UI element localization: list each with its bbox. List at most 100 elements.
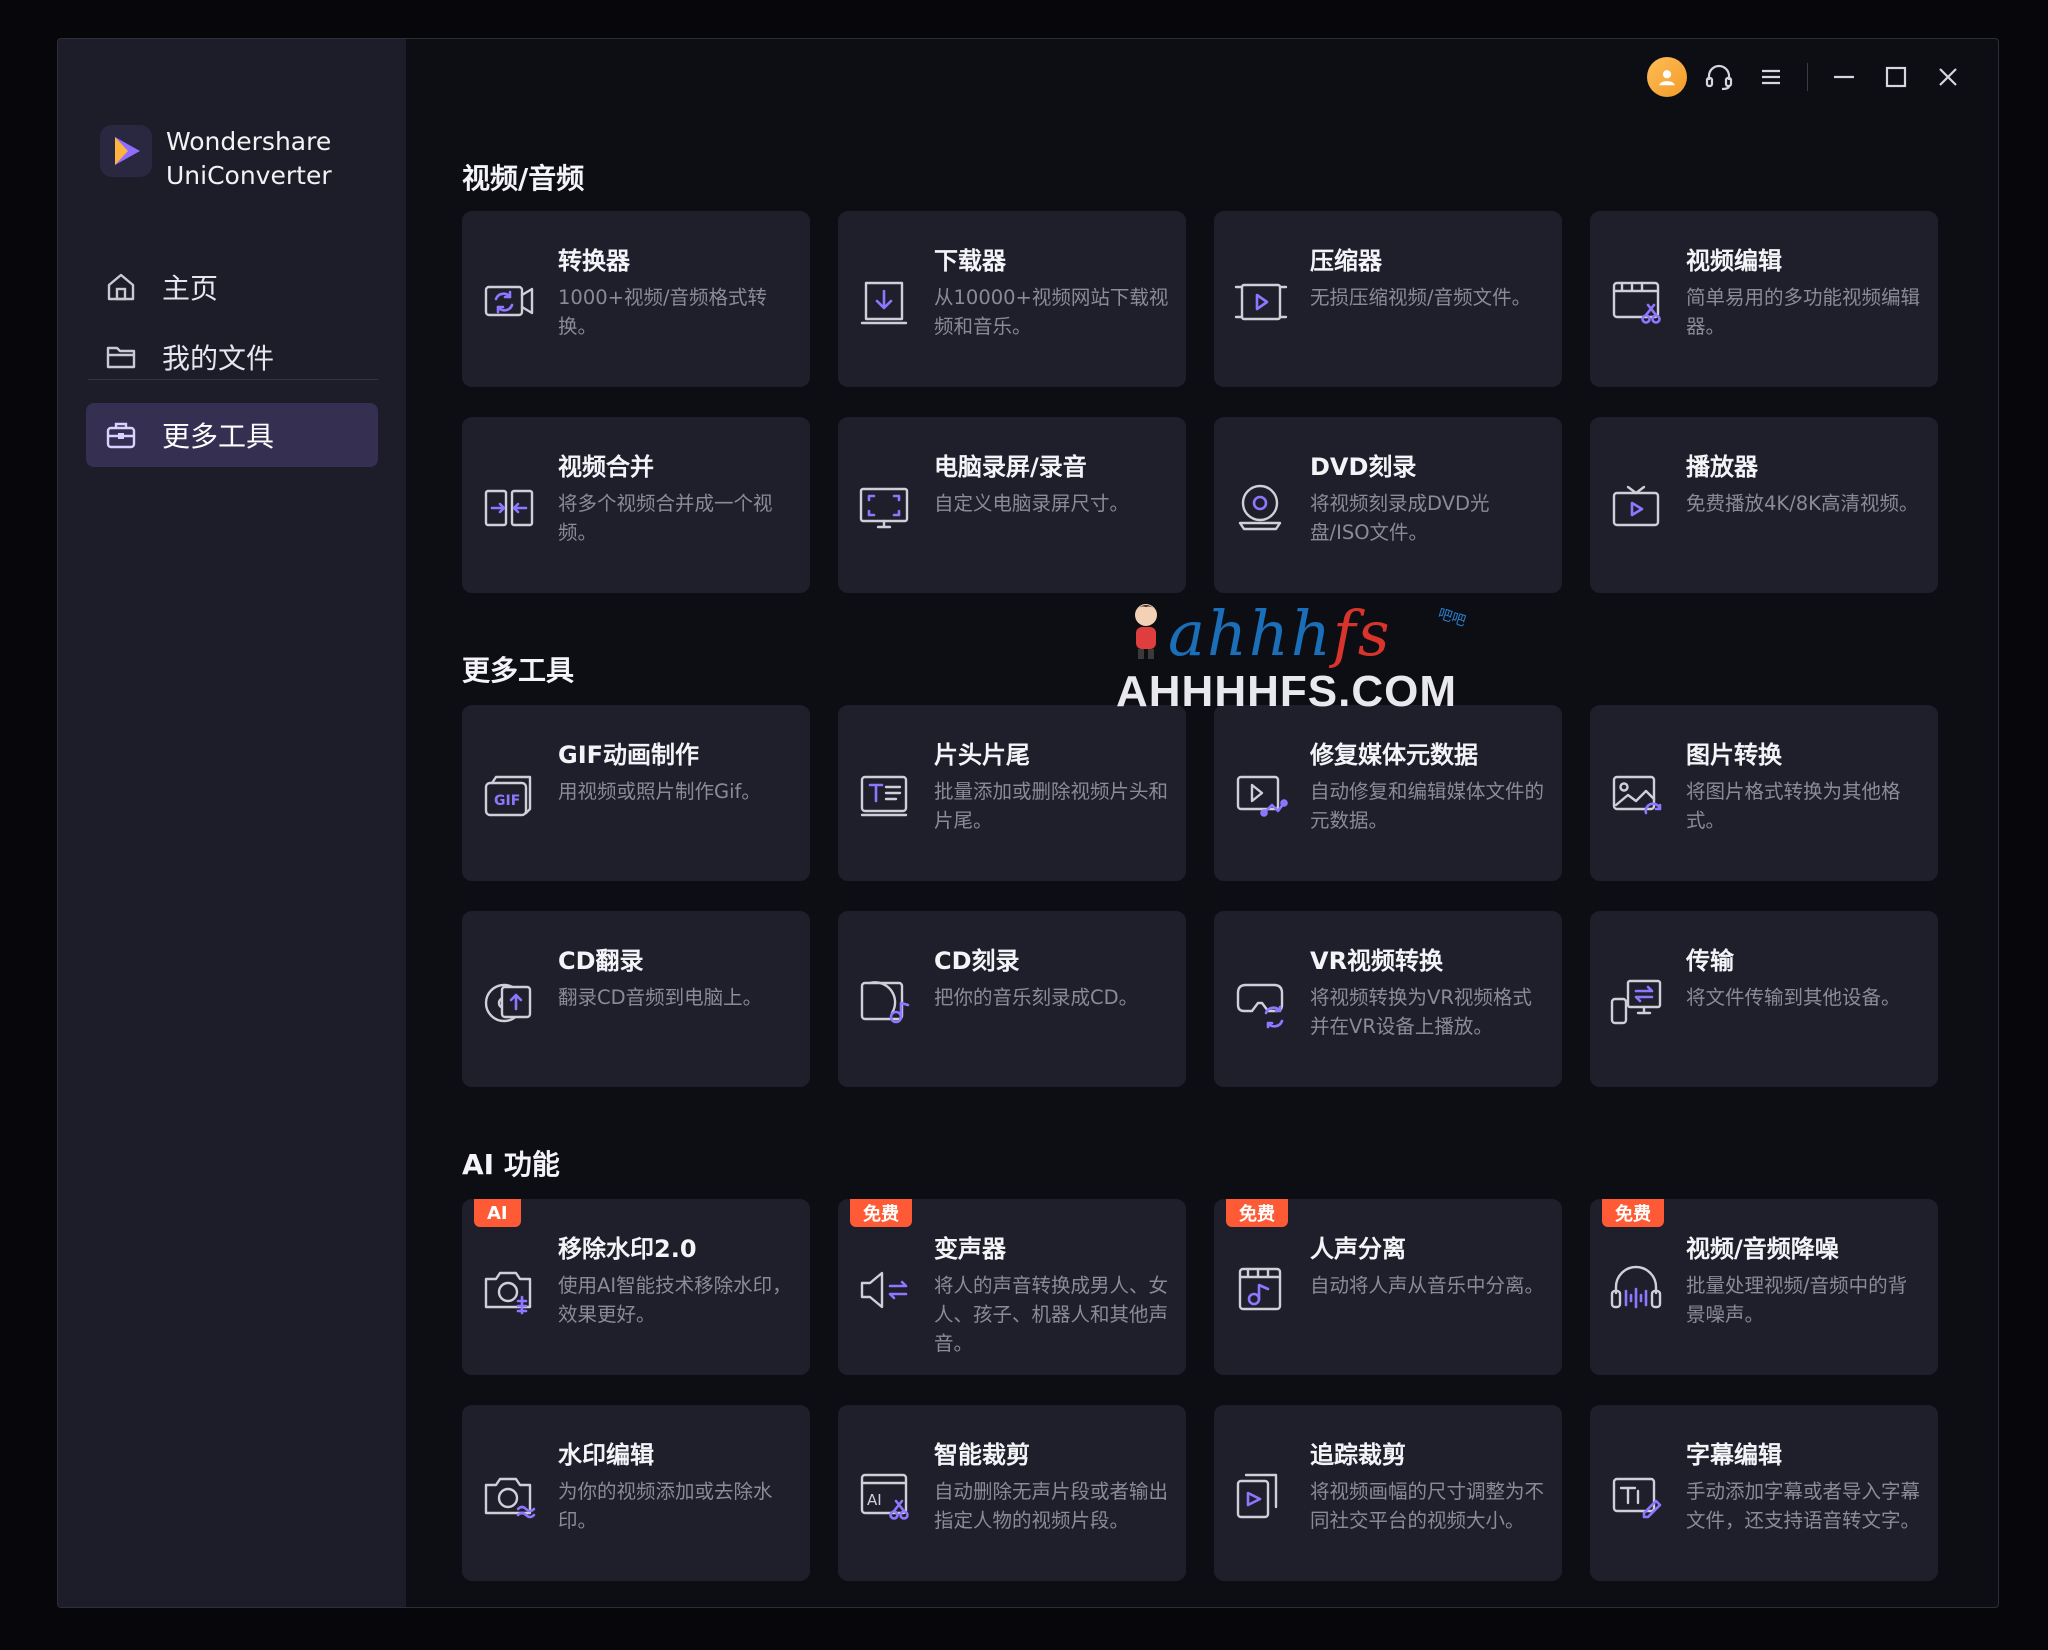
tool-card-screen-recorder[interactable]: 电脑录屏/录音 自定义电脑录屏尺寸。 [838, 417, 1186, 593]
feature-badge: AI [474, 1199, 521, 1227]
tools-main: 视频/音频转换器 1000+视频/音频格式转换。 下载器 从10000+视频网站下载视… [406, 39, 1998, 1607]
sidebar-item-label: 主页 [162, 272, 219, 305]
tool-card-dvd-burner[interactable]: DVD刻录将视频刻录成DVD光盘/ISO文件。 [1214, 417, 1562, 593]
tool-card-video-editor[interactable]: 视频编辑简单易用的多功能视频编辑器。 [1590, 211, 1938, 387]
tool-card-image-converter[interactable]: 图片转换 将图片格式转换为其他格式。 [1590, 705, 1938, 881]
vocal-remover-icon [1238, 1267, 1282, 1311]
tool-card-smart-trimmer[interactable]: AI 智能裁剪自动删除无声片段或者输出指定人物的视频片段。 [838, 1405, 1186, 1581]
section-title: 视频/音频 [462, 162, 585, 195]
tool-card-title: DVD刻录 [1310, 453, 1417, 481]
tool-card-title: 追踪裁剪 [1310, 1441, 1406, 1469]
tool-card-watermark-editor[interactable]: 水印编辑 为你的视频添加或去除水印。 [462, 1405, 810, 1581]
tool-card-description: 翻录CD音频到电脑上。 [558, 986, 763, 1009]
auto-reframe-icon [1236, 1473, 1278, 1519]
tool-card-description: 1000+视频/音频格式转换。 [558, 286, 768, 338]
tool-card-description: 自动将人声从音乐中分离。 [1310, 1274, 1545, 1297]
intro-outro-icon [860, 775, 908, 817]
tool-card-title: 修复媒体元数据 [1310, 741, 1478, 769]
tool-card-description: 自动修复和编辑媒体文件的元数据。 [1310, 780, 1545, 832]
tool-card-vr-converter[interactable]: VR视频转换 将视频转换为VR视频格式并在VR设备上播放。 [1214, 911, 1562, 1087]
tool-card-description: 将文件传输到其他设备。 [1686, 986, 1901, 1009]
tool-card-title: 视频合并 [558, 453, 654, 481]
tool-card-player[interactable]: 播放器免费播放4K/8K高清视频。 [1590, 417, 1938, 593]
feature-badge: 免费 [1602, 1199, 1664, 1227]
tool-card-description: 批量添加或删除视频片头和片尾。 [934, 780, 1169, 832]
tool-card-description: 批量处理视频/音频中的背景噪声。 [1686, 1274, 1908, 1326]
tool-card-title: 人声分离 [1310, 1235, 1406, 1263]
image-converter-icon [1612, 775, 1662, 815]
player-icon [1612, 485, 1660, 527]
tool-card-description: 把你的音乐刻录成CD。 [934, 986, 1139, 1009]
app-window: Wondershare UniConverter 主页 我的文件 更多工具 视频… [57, 38, 1999, 1608]
tool-card-watermark-remover[interactable]: AI 移除水印2.0 使用AI智能技术移除水印，效果更好。 [462, 1199, 810, 1375]
tool-card-title: 播放器 [1686, 453, 1758, 481]
tool-card-vocal-remover[interactable]: 免费 人声分离自动将人声从音乐中分离。 [1214, 1199, 1562, 1375]
tool-card-title: CD翻录 [558, 947, 644, 975]
sidebar-item-label: 我的文件 [162, 342, 275, 375]
folder-icon [104, 340, 138, 374]
video-editor-icon [1612, 281, 1661, 324]
tool-card-metadata[interactable]: 修复媒体元数据自动修复和编辑媒体文件的元数据。 [1214, 705, 1562, 881]
section-title: 更多工具 [462, 654, 575, 687]
tool-card-compressor[interactable]: 压缩器 无损压缩视频/音频文件。 [1214, 211, 1562, 387]
sidebar-item-more-tools[interactable]: 更多工具 [86, 403, 378, 467]
sidebar-divider [88, 379, 378, 380]
subtitle-editor-icon [1612, 1477, 1662, 1519]
converter-icon [484, 285, 534, 317]
tool-card-description: 自动删除无声片段或者输出指定人物的视频片段。 [934, 1480, 1169, 1532]
tool-card-description: 手动添加字幕或者导入字幕文件，还支持语音转文字。 [1686, 1480, 1921, 1532]
tool-card-description: 将图片格式转换为其他格式。 [1686, 780, 1901, 832]
tool-card-cd-ripper[interactable]: CD翻录翻录CD音频到电脑上。 [462, 911, 810, 1087]
tool-card-description: 自定义电脑录屏尺寸。 [934, 492, 1130, 515]
tool-card-title: 下载器 [934, 247, 1006, 275]
tool-card-title: 片头片尾 [934, 741, 1030, 769]
tool-card-title: GIF动画制作 [558, 741, 700, 769]
tool-card-transfer[interactable]: 传输将文件传输到其他设备。 [1590, 911, 1938, 1087]
tool-card-description: 将视频刻录成DVD光盘/ISO文件。 [1310, 492, 1490, 544]
tool-card-description: 为你的视频添加或去除水印。 [558, 1480, 773, 1532]
tool-card-title: 移除水印2.0 [558, 1235, 697, 1263]
merger-icon [484, 489, 534, 527]
tool-card-title: 传输 [1686, 947, 1734, 975]
tool-card-cd-burner[interactable]: CD刻录 把你的音乐刻录成CD。 [838, 911, 1186, 1087]
feature-badge: 免费 [850, 1199, 912, 1227]
tool-card-intro-outro[interactable]: 片头片尾批量添加或删除视频片头和片尾。 [838, 705, 1186, 881]
tool-card-description: 将视频画幅的尺寸调整为不同社交平台的视频大小。 [1310, 1480, 1545, 1532]
tool-card-subtitle-editor[interactable]: 字幕编辑 手动添加字幕或者导入字幕文件，还支持语音转文字。 [1590, 1405, 1938, 1581]
tool-card-converter[interactable]: 转换器 1000+视频/音频格式转换。 [462, 211, 810, 387]
sidebar: Wondershare UniConverter 主页 我的文件 更多工具 [58, 39, 406, 1607]
transfer-icon [1610, 979, 1662, 1025]
feature-badge: 免费 [1226, 1199, 1288, 1227]
tool-card-title: 智能裁剪 [934, 1441, 1030, 1469]
tool-card-downloader[interactable]: 下载器 从10000+视频网站下载视频和音乐。 [838, 211, 1186, 387]
toolbox-icon [104, 418, 138, 452]
gif-maker-icon: GIF [484, 775, 532, 817]
sidebar-item-home[interactable]: 主页 [86, 255, 378, 319]
dvd-burner-icon [1238, 484, 1282, 531]
tool-card-description: 简单易用的多功能视频编辑器。 [1686, 286, 1921, 338]
tool-card-description: 使用AI智能技术移除水印，效果更好。 [558, 1274, 792, 1326]
cd-ripper-icon [484, 983, 532, 1023]
tool-card-title: 视频编辑 [1686, 247, 1782, 275]
smart-trimmer-icon: AI [860, 1473, 909, 1520]
svg-text:AI: AI [867, 1491, 882, 1509]
tool-card-description: 无损压缩视频/音频文件。 [1310, 286, 1532, 309]
tool-card-title: 转换器 [558, 247, 630, 275]
downloader-icon [860, 281, 908, 325]
tool-card-noise-remover[interactable]: 免费 视频/音频降噪 批量处理视频/音频中的背景噪声。 [1590, 1199, 1938, 1375]
svg-text:GIF: GIF [494, 793, 520, 809]
tool-card-description: 免费播放4K/8K高清视频。 [1686, 492, 1919, 515]
vr-converter-icon [1236, 983, 1284, 1029]
metadata-icon [1236, 775, 1288, 817]
screen-recorder-icon [859, 487, 909, 529]
tool-card-merger[interactable]: 视频合并 将多个视频合并成一个视频。 [462, 417, 810, 593]
sidebar-item-label: 更多工具 [162, 420, 275, 453]
compressor-icon [1234, 283, 1288, 321]
tool-card-title: 变声器 [934, 1235, 1006, 1263]
tool-card-gif-maker[interactable]: GIF GIF动画制作 用视频或照片制作Gif。 [462, 705, 810, 881]
section-title: AI 功能 [462, 1148, 560, 1181]
tool-card-auto-reframe[interactable]: 追踪裁剪将视频画幅的尺寸调整为不同社交平台的视频大小。 [1214, 1405, 1562, 1581]
watermark-editor-icon [484, 1477, 536, 1519]
app-name-line1: Wondershare [166, 127, 332, 156]
tool-card-voice-changer[interactable]: 免费 变声器 将人的声音转换成男人、女人、孩子、机器人和其他声音。 [838, 1199, 1186, 1375]
